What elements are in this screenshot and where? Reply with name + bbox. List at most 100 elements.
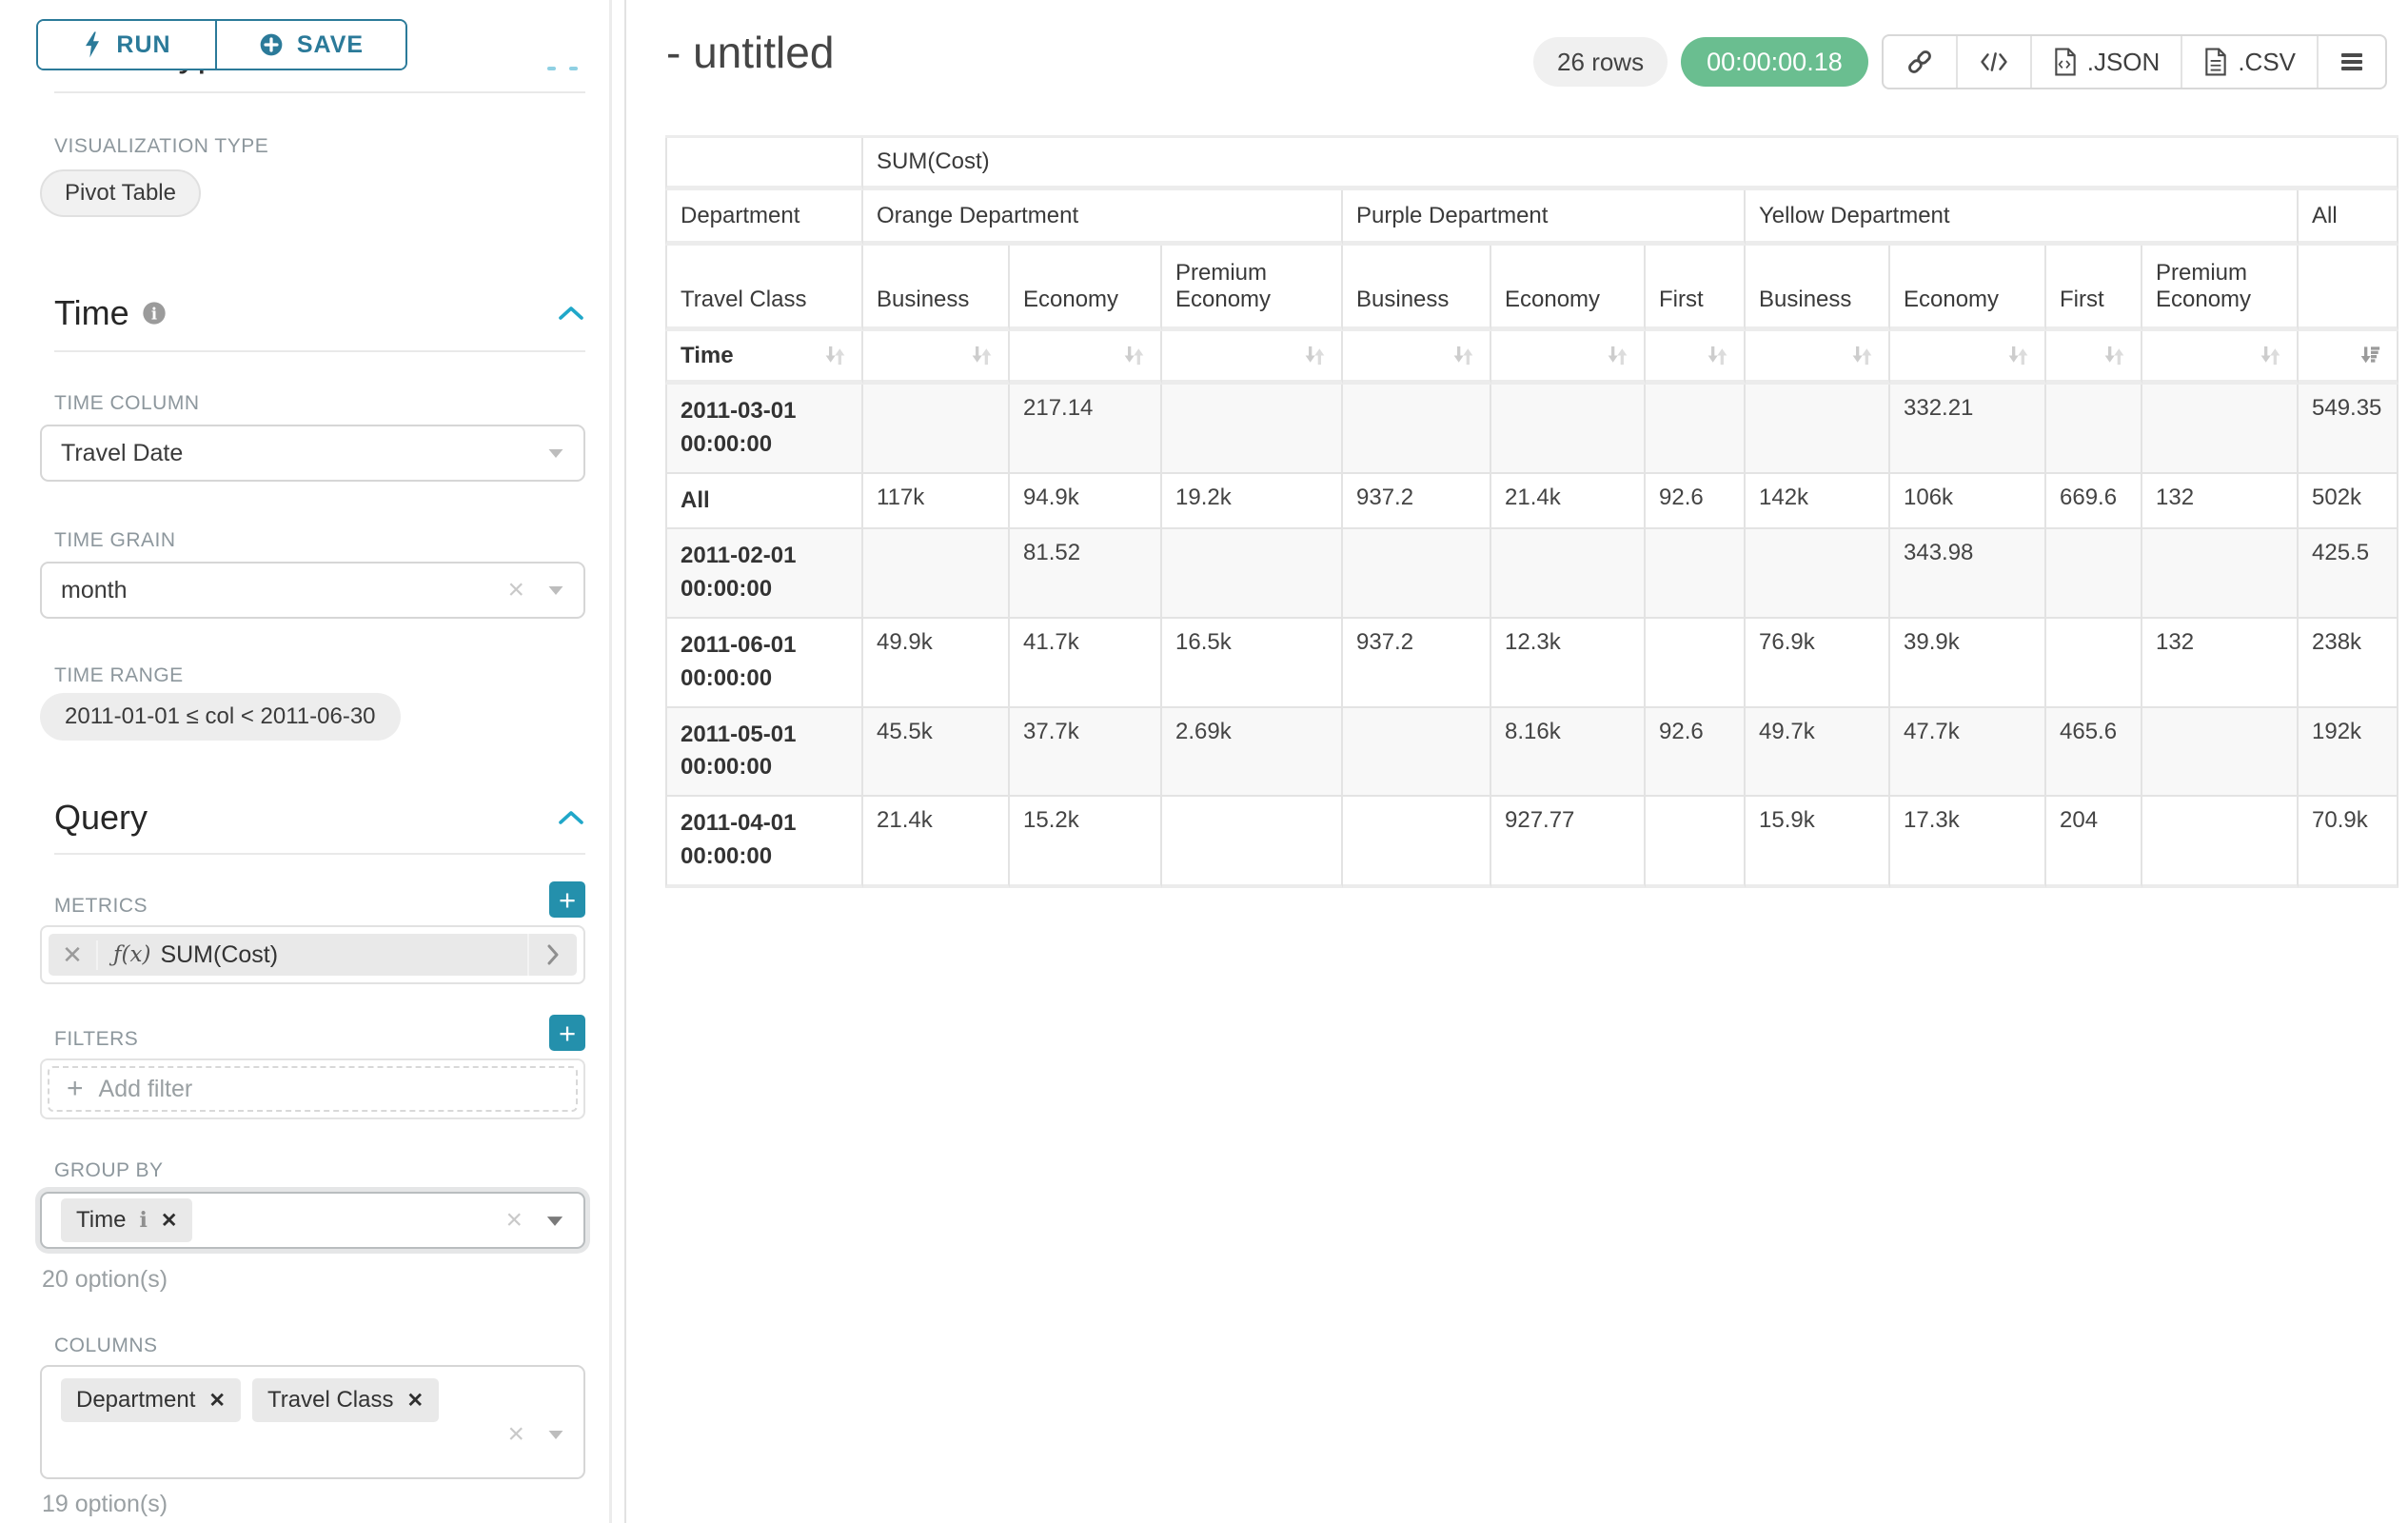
group-by-select[interactable]: Time i ✕ × [40,1192,585,1249]
sort-toggle-icon[interactable] [2258,343,2283,368]
lightning-icon [82,31,103,58]
time-range-pill[interactable]: 2011-01-01 ≤ col < 2011-06-30 [40,693,401,741]
pivot-value-cell: 217.14 [1010,385,1162,474]
column-sort-header[interactable] [1646,331,1746,385]
visualization-type-pill[interactable]: Pivot Table [40,169,201,217]
add-filter-dropzone[interactable]: + Add filter [48,1066,578,1112]
pivot-value-cell: 49.7k [1746,708,1890,798]
collapse-chevron-up-icon[interactable] [557,808,585,827]
pivot-value-cell [863,529,1010,619]
metric-chip[interactable]: ✕ ƒ(x) SUM(Cost) [49,934,577,976]
run-button[interactable]: RUN [38,21,217,69]
chip-label: Time [76,1207,126,1234]
pivot-value-cell: 39.9k [1890,619,2046,708]
column-sort-header[interactable] [1010,331,1162,385]
sort-toggle-icon[interactable] [1605,343,1630,368]
sort-toggle-icon[interactable] [2102,343,2127,368]
divider [54,91,585,93]
clear-icon[interactable]: × [507,576,524,604]
pivot-value-cell: 37.7k [1010,708,1162,798]
sort-toggle-icon[interactable] [822,343,848,368]
columns-label: COLUMNS [54,1335,158,1357]
pivot-value-cell [1746,385,1890,474]
metric-expand-chevron[interactable] [527,934,577,976]
travel-class-header: Business [1746,246,1890,331]
row-header-time: 2011-03-0100:00:00 [665,385,863,474]
panel-divider[interactable] [624,0,626,1523]
pivot-sort-row: Time [665,331,2398,385]
filters-container: + Add filter [40,1058,585,1119]
group-by-options-hint: 20 option(s) [42,1266,168,1294]
function-icon: ƒ(x) [113,942,150,967]
save-button[interactable]: SAVE [217,21,405,69]
sort-toggle-icon[interactable] [1121,343,1147,368]
run-button-label: RUN [116,31,170,59]
sort-toggle-icon[interactable] [1451,343,1476,368]
clear-icon[interactable]: × [505,1206,523,1235]
clear-icon[interactable]: × [507,1420,524,1449]
travel-class-header: First [1646,246,1746,331]
chip-remove-icon[interactable]: ✕ [208,1391,226,1411]
sort-toggle-icon[interactable] [1705,343,1730,368]
pivot-value-cell [1162,529,1343,619]
add-filter-button[interactable]: + [549,1015,585,1051]
time-range-label: TIME RANGE [54,664,184,687]
chip-remove-icon[interactable]: ✕ [406,1391,424,1411]
sort-toggle-icon[interactable] [1849,343,1875,368]
plus-circle-icon [259,32,284,57]
chip-info-icon: i [139,1208,147,1233]
column-sort-header[interactable] [1491,331,1646,385]
copy-link-button[interactable] [1884,36,1958,88]
columns-select[interactable]: Department ✕ Travel Class ✕ × [40,1365,585,1479]
caret-down-icon [545,1215,564,1227]
columns-options-hint: 19 option(s) [42,1491,168,1518]
column-sort-header[interactable] [1162,331,1343,385]
travel-class-header: Economy [1010,246,1162,331]
pivot-value-cell: 70.9k [2299,797,2398,888]
pivot-value-cell: 425.5 [2299,529,2398,619]
time-grain-select[interactable]: month × [40,562,585,619]
pivot-value-cell [1646,529,1746,619]
sort-toggle-icon[interactable] [2005,343,2031,368]
column-sort-header[interactable] [1890,331,2046,385]
pivot-value-cell [1162,797,1343,888]
column-sort-header[interactable] [2046,331,2142,385]
column-sort-header[interactable] [863,331,1010,385]
add-metric-button[interactable]: + [549,881,585,918]
chart-title[interactable]: - untitled [666,27,834,78]
column-sort-header[interactable] [2299,331,2398,385]
export-csv-button[interactable]: .CSV [2182,36,2319,88]
group-by-chip-time[interactable]: Time i ✕ [61,1198,192,1242]
sort-desc-active-icon[interactable] [2358,343,2383,368]
department-header: All [2299,190,2398,246]
row-header-time: 2011-06-0100:00:00 [665,619,863,708]
time-column-select[interactable]: Travel Date [40,425,585,482]
superset-explore-view: Chart Type RUN SAVE VISUALIZATION TYPE P… [0,0,2408,1523]
pivot-value-cell: 502k [2299,474,2398,530]
row-count-badge: 26 rows [1533,37,1668,87]
remove-metric-icon[interactable]: ✕ [49,940,98,970]
time-grain-label: TIME GRAIN [54,529,176,552]
pivot-value-cell: 142k [1746,474,1890,530]
travel-class-header: Economy [1890,246,2046,331]
pivot-value-cell: 21.4k [863,797,1010,888]
pivot-data-row: 2011-04-0100:00:0021.4k15.2k927.7715.9k1… [665,797,2398,888]
time-grain-value: month [61,577,127,604]
export-json-button[interactable]: .JSON [2032,36,2183,88]
column-sort-header[interactable] [2142,331,2299,385]
pivot-value-cell: 92.6 [1646,708,1746,798]
sort-toggle-icon[interactable] [969,343,995,368]
column-sort-header[interactable] [1746,331,1890,385]
chip-remove-icon[interactable]: ✕ [161,1211,178,1231]
collapse-chevron-up-icon[interactable] [557,304,585,323]
pivot-dimension-label: Department [665,190,863,246]
sort-toggle-icon[interactable] [1302,343,1328,368]
control-panel: Chart Type RUN SAVE VISUALIZATION TYPE P… [0,0,616,1523]
columns-chip-travel-class[interactable]: Travel Class ✕ [252,1378,439,1422]
time-sort-header[interactable]: Time [665,331,863,385]
more-menu-button[interactable] [2319,36,2385,88]
pivot-value-cell: 192k [2299,708,2398,798]
columns-chip-department[interactable]: Department ✕ [61,1378,241,1422]
embed-code-button[interactable] [1958,36,2032,88]
column-sort-header[interactable] [1343,331,1491,385]
